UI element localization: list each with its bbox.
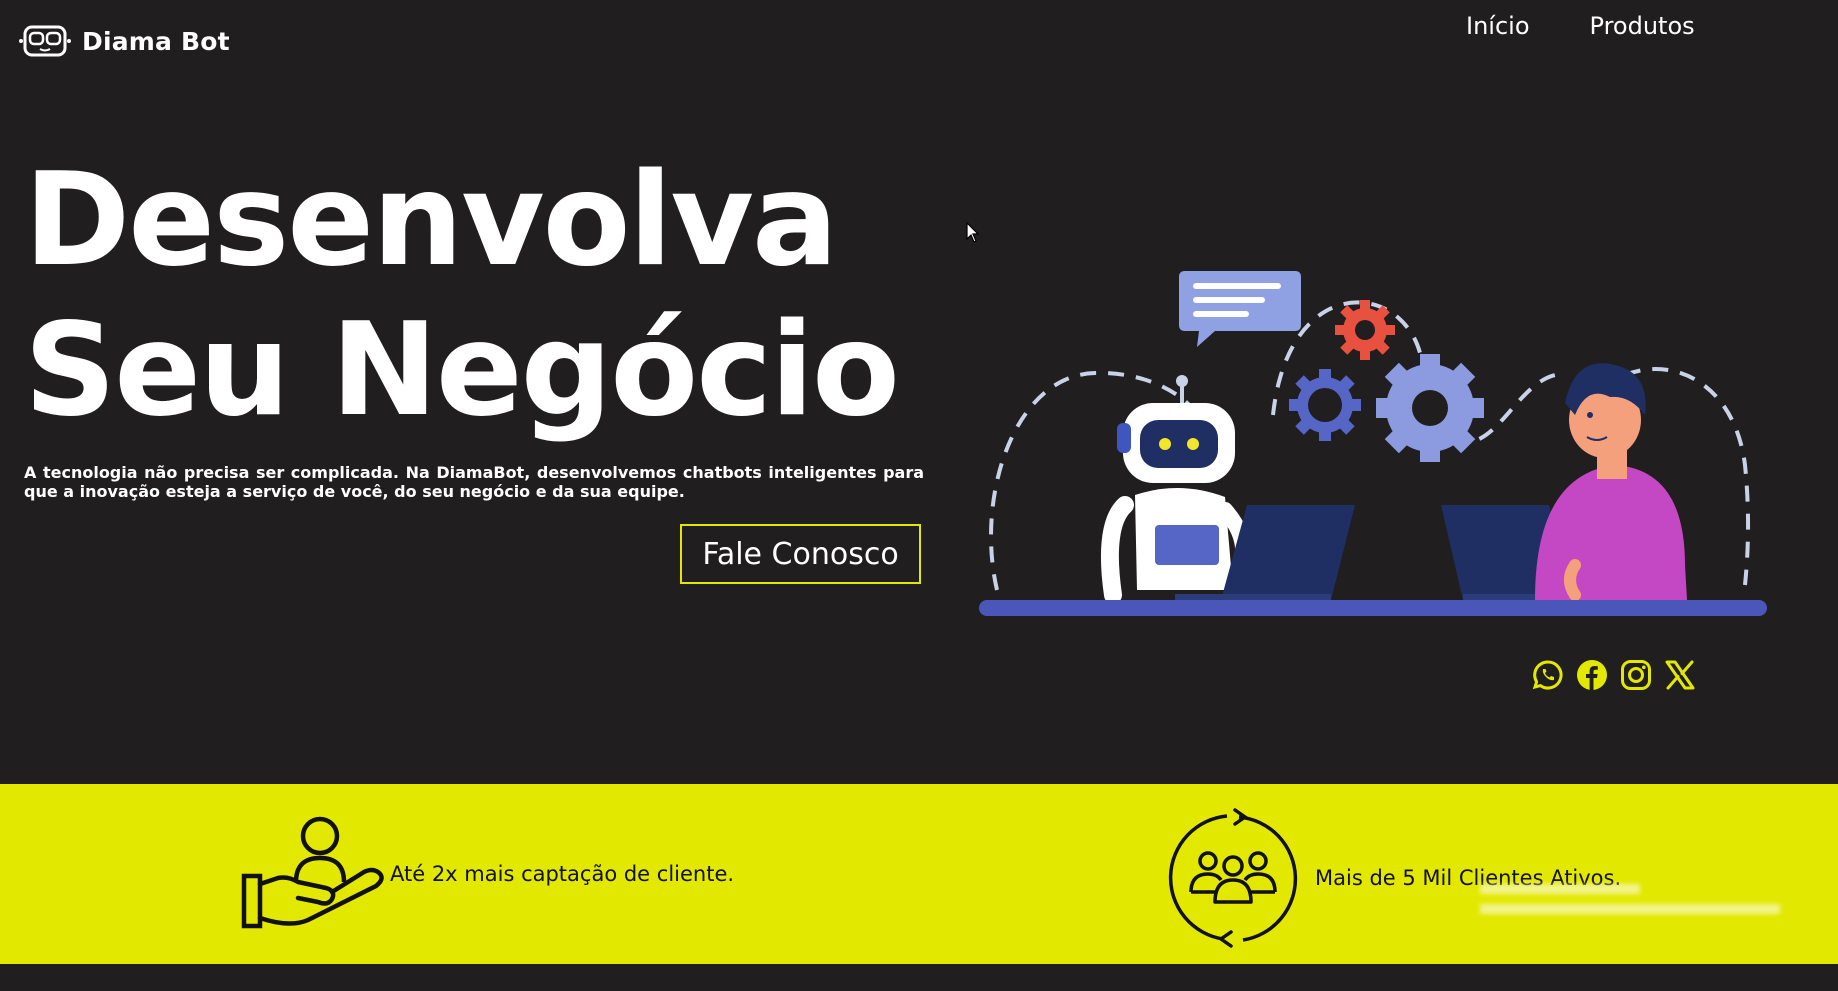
contact-button[interactable]: Fale Conosco	[680, 524, 921, 584]
robot-and-person-illustration	[979, 271, 1767, 616]
social-links	[1531, 658, 1697, 692]
stat-clients-capture: Até 2x mais captação de cliente.	[240, 814, 734, 934]
chat-bubble-icon	[1179, 271, 1301, 347]
stat-text-capture: Até 2x mais captação de cliente.	[390, 862, 735, 886]
main-nav: Início Produtos	[1466, 12, 1695, 40]
mouse-pointer-icon	[966, 222, 980, 243]
nav-link-produtos[interactable]: Produtos	[1590, 12, 1695, 40]
stats-band: Até 2x mais captação de cliente. Mais de…	[0, 784, 1838, 964]
hand-holding-person-icon	[241, 816, 384, 929]
stat-active-clients: Mais de 5 Mil Clientes Ativos.	[1163, 808, 1621, 948]
blurred-overlay-text	[1480, 884, 1780, 924]
facebook-icon[interactable]	[1575, 658, 1609, 692]
robot-face-icon	[19, 25, 71, 57]
hero-description: A tecnologia não precisa ser complicada.…	[24, 463, 924, 501]
nav-link-inicio[interactable]: Início	[1466, 12, 1530, 40]
landing-page: Diama Bot Início Produtos Desenvolva Seu…	[0, 0, 1838, 991]
whatsapp-icon[interactable]	[1531, 658, 1565, 692]
group-cycle-icon	[1168, 808, 1298, 948]
instagram-icon[interactable]	[1619, 658, 1653, 692]
x-icon[interactable]	[1663, 658, 1697, 692]
gear-large-blue-icon	[1376, 354, 1484, 462]
gear-medium-blue-icon	[1289, 369, 1361, 441]
brand-name: Diama Bot	[82, 26, 230, 56]
robot-figure	[1100, 375, 1252, 604]
hero-title-line-1: Desenvolva	[24, 146, 838, 295]
hero-title: Desenvolva Seu Negócio	[24, 146, 924, 446]
desk	[979, 600, 1767, 616]
hero-title-line-2: Seu Negócio	[24, 296, 900, 445]
person-figure	[1535, 363, 1687, 601]
brand-logo[interactable]: Diama Bot	[18, 24, 230, 58]
gear-small-red-icon	[1335, 300, 1395, 360]
